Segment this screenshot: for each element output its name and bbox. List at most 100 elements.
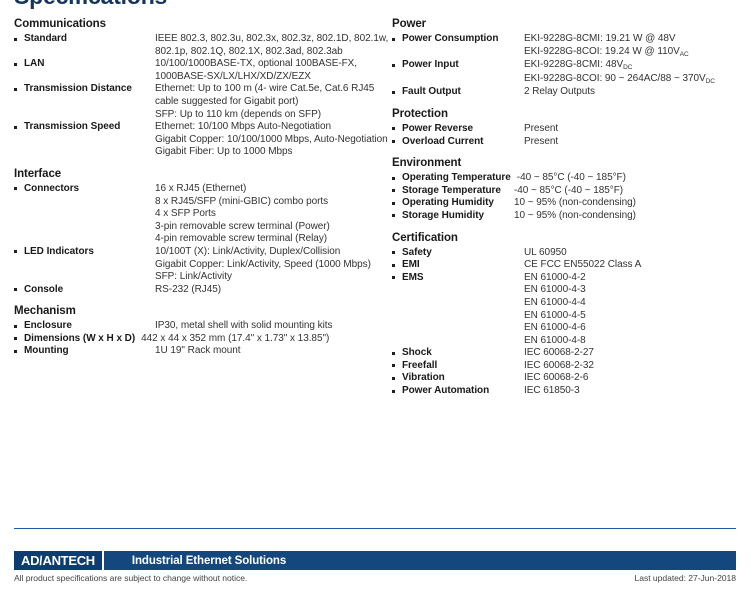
spec-label: Fault Output bbox=[402, 86, 461, 98]
spec-value-line: EKI-9228G-8COI: 90 ~ 264AC/88 ~ 370VDC bbox=[524, 72, 715, 85]
bullet-icon bbox=[14, 333, 24, 341]
spec-label: Operating Temperature bbox=[402, 172, 511, 184]
spec-label: Console bbox=[24, 283, 64, 295]
spec-row: Vibration IEC 60068-2-6 bbox=[392, 372, 744, 385]
spec-row: LAN 10/100/1000BASE-TX, optional 100BASE-… bbox=[14, 58, 386, 71]
spec-label: Operating Humidity bbox=[402, 197, 494, 209]
spec-values: Gigabit Copper: Link/Activity, Speed (10… bbox=[155, 259, 386, 272]
spec-values: EKI-9228G-8COI: 19.24 W @ 110VAC bbox=[524, 46, 744, 60]
spec-value-continuation: 1000BASE-SX/LX/LHX/XD/ZX/EZX bbox=[14, 71, 386, 84]
spec-value-line: EN 61000-4-4 bbox=[524, 296, 586, 308]
spec-value-continuation: 3-pin removable screw terminal (Power) bbox=[14, 221, 386, 234]
spec-value-line: 442 x 44 x 352 mm (17.4" x 1.73" x 13.85… bbox=[141, 332, 330, 344]
spec-values: IEC 61850-3 bbox=[524, 385, 744, 398]
spec-label: Power Consumption bbox=[402, 33, 499, 44]
spec-value-line: EN 61000-4-6 bbox=[524, 322, 586, 334]
spec-value-line: IEEE 802.3, 802.3u, 802.3x, 802.3z, 802.… bbox=[155, 33, 389, 44]
spec-value-continuation: EN 61000-4-6 bbox=[392, 322, 744, 335]
bullet-icon bbox=[392, 347, 402, 355]
spec-value-line: Ethernet: Up to 100 m (4- wire Cat.5e, C… bbox=[155, 83, 375, 95]
spec-value-line: Gigabit Copper: Link/Activity, Speed (10… bbox=[155, 258, 371, 270]
spec-value-continuation: Gigabit Copper: Link/Activity, Speed (10… bbox=[14, 259, 386, 272]
bullet-icon bbox=[392, 185, 402, 193]
spec-values: 10/100/1000BASE-TX, optional 100BASE-FX, bbox=[155, 58, 386, 71]
spec-value-line: 4 x SFP Ports bbox=[155, 208, 216, 220]
bullet-icon bbox=[392, 123, 402, 131]
spec-value-line: IEC 60068-2-27 bbox=[524, 347, 594, 359]
spec-values: Present bbox=[524, 123, 744, 136]
spec-row: Freefall IEC 60068-2-32 bbox=[392, 360, 744, 373]
spec-row: Operating Temperature -40 ~ 85°C (-40 ~ 1… bbox=[392, 172, 744, 185]
bullet-icon bbox=[392, 59, 402, 67]
spec-value-line: Ethernet: 10/100 Mbps Auto-Negotiation bbox=[155, 121, 331, 133]
bullet-icon bbox=[14, 121, 24, 129]
spec-value-line: 16 x RJ45 (Ethernet) bbox=[155, 182, 247, 194]
spec-row: Power Input EKI-9228G-8CMI: 48VDC bbox=[392, 59, 744, 73]
spec-label: Power Reverse bbox=[402, 122, 474, 134]
spec-values: EKI-9228G-8COI: 90 ~ 264AC/88 ~ 370VDC bbox=[524, 73, 744, 87]
spec-value-line: Gigabit Copper: 10/100/1000 Mbps, Auto-N… bbox=[155, 133, 388, 145]
spec-label: Transmission Distance bbox=[24, 83, 132, 95]
spec-value-continuation: SFP: Up to 110 km (depends on SFP) bbox=[14, 109, 386, 122]
spec-label: Dimensions (W x H x D) bbox=[24, 332, 136, 344]
spec-values: UL 60950 bbox=[524, 247, 744, 260]
spec-label: Mounting bbox=[24, 345, 69, 357]
spec-values: 442 x 44 x 352 mm (17.4" x 1.73" x 13.85… bbox=[141, 333, 386, 346]
spec-row: EMS EN 61000-4-2 bbox=[392, 272, 744, 285]
spec-row: Power Reverse Present bbox=[392, 123, 744, 136]
bullet-icon bbox=[392, 197, 402, 205]
bullet-icon bbox=[392, 247, 402, 255]
spec-values: EN 61000-4-6 bbox=[524, 322, 744, 335]
spec-values: IEC 60068-2-32 bbox=[524, 360, 744, 373]
spec-row: Power Consumption EKI-9228G-8CMI: 19.21 W… bbox=[392, 33, 744, 46]
spec-label: Freefall bbox=[402, 359, 438, 371]
section-title: Protection bbox=[392, 107, 448, 120]
spec-row: Standard IEEE 802.3, 802.3u, 802.3x, 802.… bbox=[14, 33, 389, 46]
spec-section: Environment Operating Temperature -40 ~ 85… bbox=[392, 157, 744, 222]
spec-section: Protection Power Reverse Present Overload C… bbox=[392, 108, 744, 148]
spec-value-line: EN 61000-4-8 bbox=[524, 334, 586, 346]
spec-value-line: EKI-9228G-8CMI: 48VDC bbox=[524, 59, 633, 72]
bullet-icon bbox=[14, 33, 24, 41]
spec-value-line: SFP: Link/Activity bbox=[155, 271, 232, 283]
tagline-container: Industrial Ethernet Solutions bbox=[103, 551, 736, 570]
spec-values: 16 x RJ45 (Ethernet) bbox=[155, 183, 386, 196]
spec-row: Operating Humidity 10 ~ 95% (non-condensi… bbox=[392, 197, 744, 210]
bullet-icon bbox=[392, 86, 402, 94]
spec-label: Transmission Speed bbox=[24, 121, 121, 133]
spec-values: 4-pin removable screw terminal (Relay) bbox=[155, 233, 386, 246]
spec-label: LAN bbox=[24, 58, 45, 70]
spec-row: Storage Temperature -40 ~ 85°C (-40 ~ 185… bbox=[392, 185, 744, 198]
spec-row: Dimensions (W x H x D) 442 x 44 x 352 mm … bbox=[14, 333, 386, 346]
spec-value-line: 1U 19" Rack mount bbox=[155, 345, 241, 357]
spec-label: Safety bbox=[402, 246, 432, 258]
advantech-logo-text: AD\ANTECH bbox=[21, 553, 95, 568]
spec-value-line: 2 Relay Outputs bbox=[524, 86, 595, 98]
spec-values: 3-pin removable screw terminal (Power) bbox=[155, 221, 386, 234]
spec-section: Certification Safety UL 60950 EMI CE FCC EN5… bbox=[392, 232, 744, 398]
spec-value-line: RS-232 (RJ45) bbox=[155, 283, 222, 295]
bullet-icon bbox=[14, 246, 24, 254]
spec-value-line: IEC 60068-2-32 bbox=[524, 359, 594, 371]
spec-value-line: 10/100/1000BASE-TX, optional 100BASE-FX, bbox=[155, 58, 358, 70]
spec-values: Gigabit Fiber: Up to 1000 Mbps bbox=[155, 146, 386, 159]
spec-value-line: IEC 61850-3 bbox=[524, 385, 580, 397]
spec-values: SFP: Link/Activity bbox=[155, 271, 386, 284]
bullet-icon bbox=[14, 83, 24, 91]
bullet-icon bbox=[392, 259, 402, 267]
spec-row: Safety UL 60950 bbox=[392, 247, 744, 260]
spec-values: EN 61000-4-8 bbox=[524, 335, 744, 348]
spec-value-continuation: Gigabit Copper: 10/100/1000 Mbps, Auto-N… bbox=[14, 133, 388, 147]
spec-label: Power Automation bbox=[402, 385, 490, 397]
spec-row: EMI CE FCC EN55022 Class A bbox=[392, 259, 744, 272]
spec-row: Transmission Speed Ethernet: 10/100 Mbps … bbox=[14, 121, 386, 134]
